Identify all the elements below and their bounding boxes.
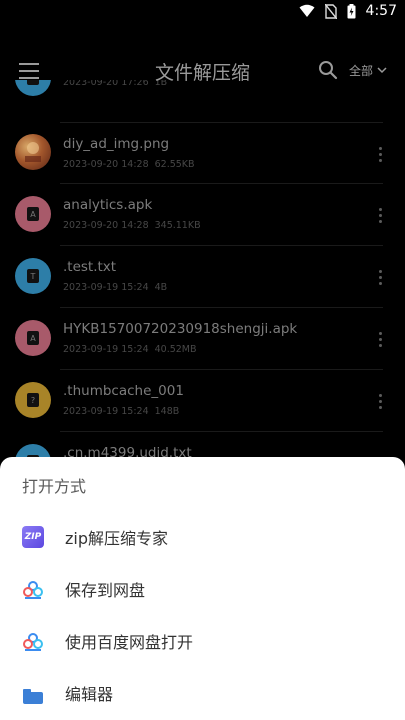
open-with-sheet: 打开方式 ZIP zip解压缩专家 保存到网盘 使用百度网盘打开 编辑器 — [0, 457, 405, 720]
search-icon[interactable] — [318, 60, 338, 80]
app-bar: 文件解压缩 全部 — [0, 48, 405, 94]
status-time: 4:57 — [365, 3, 397, 19]
page-title: 文件解压缩 — [154, 62, 250, 84]
baidu-netdisk-icon — [23, 581, 43, 599]
more-options-icon[interactable] — [372, 205, 388, 225]
text-file-icon — [15, 444, 51, 457]
status-bar: 4:57 — [0, 0, 405, 24]
file-name: diy_ad_img.png — [63, 136, 170, 152]
file-meta: 2023-09-20 14:28 345.11KB — [63, 220, 201, 231]
more-options-icon[interactable] — [372, 144, 388, 164]
file-meta: 2023-09-19 15:24 148B — [63, 406, 180, 417]
file-list: 2023-09-20 17:26 1B diy_ad_img.png 2023-0… — [0, 80, 405, 457]
more-options-icon[interactable] — [372, 391, 388, 411]
apk-file-icon: A — [15, 196, 51, 232]
image-thumbnail — [15, 134, 51, 170]
file-meta: 2023-09-19 15:24 4B — [63, 282, 168, 293]
wifi-icon — [299, 4, 315, 17]
file-item[interactable]: diy_ad_img.png 2023-09-20 14:28 62.55KB — [0, 122, 405, 184]
chevron-down-icon — [377, 67, 387, 74]
file-item[interactable]: .cn.m4399.udid.txt — [0, 431, 405, 457]
zip-app-icon: ZIP — [22, 526, 44, 548]
file-item[interactable]: A HYKB15700720230918shengji.apk 2023-09-… — [0, 307, 405, 369]
baidu-netdisk-icon — [23, 633, 43, 651]
file-item[interactable]: T .test.txt 2023-09-19 15:24 4B — [0, 245, 405, 307]
option-label: 编辑器 — [65, 685, 114, 704]
file-item[interactable]: A analytics.apk 2023-09-20 14:28 345.11KB — [0, 183, 405, 245]
file-name: .cn.m4399.udid.txt — [63, 445, 192, 457]
filter-label: 全部 — [349, 64, 374, 78]
battery-icon — [347, 3, 356, 18]
editor-icon — [23, 689, 43, 704]
sheet-title: 打开方式 — [22, 477, 87, 496]
option-editor[interactable]: 编辑器 — [0, 668, 405, 720]
apk-file-icon: A — [15, 320, 51, 356]
file-meta: 2023-09-19 15:24 40.52MB — [63, 344, 197, 355]
unknown-file-icon: ? — [15, 382, 51, 418]
option-open-with-baidu-netdisk[interactable]: 使用百度网盘打开 — [0, 616, 405, 668]
file-name: analytics.apk — [63, 197, 153, 213]
option-zip-expert[interactable]: ZIP zip解压缩专家 — [0, 512, 405, 564]
text-file-icon: T — [15, 258, 51, 294]
option-label: zip解压缩专家 — [65, 529, 169, 548]
file-item[interactable]: ? .thumbcache_001 2023-09-19 15:24 148B — [0, 369, 405, 431]
option-save-to-netdisk[interactable]: 保存到网盘 — [0, 564, 405, 616]
file-name: .thumbcache_001 — [63, 383, 184, 399]
no-sim-icon — [324, 3, 337, 19]
option-label: 使用百度网盘打开 — [65, 633, 194, 652]
file-name: .test.txt — [63, 259, 117, 275]
filter-dropdown[interactable]: 全部 — [349, 62, 387, 79]
more-options-icon[interactable] — [372, 267, 388, 287]
status-icons: 4:57 — [299, 3, 397, 19]
file-name: HYKB15700720230918shengji.apk — [63, 321, 298, 337]
option-label: 保存到网盘 — [65, 581, 146, 600]
more-options-icon[interactable] — [372, 329, 388, 349]
file-meta: 2023-09-20 14:28 62.55KB — [63, 159, 195, 170]
